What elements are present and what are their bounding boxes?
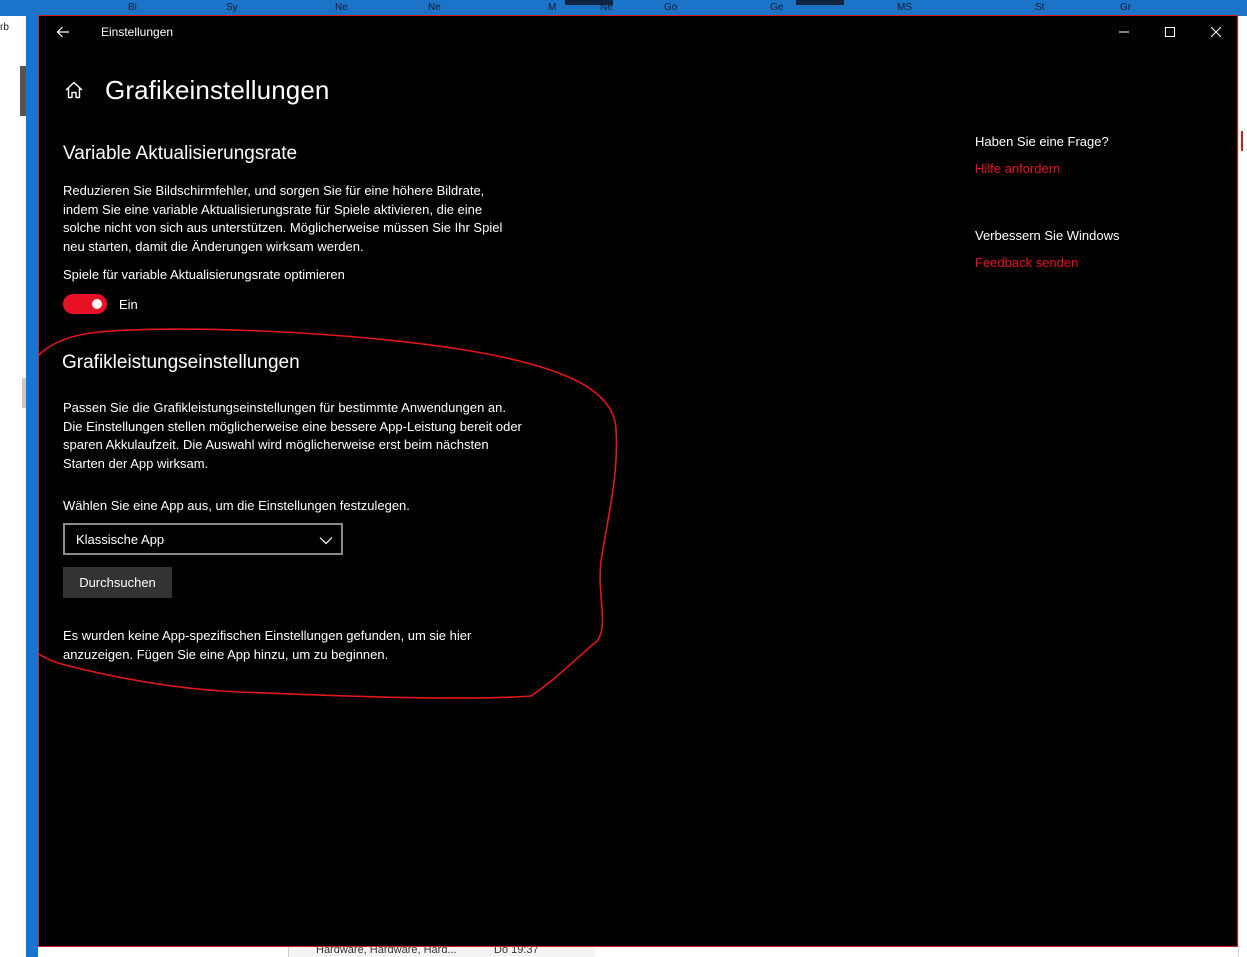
background-label: MS (897, 2, 912, 13)
background-right-window (1238, 16, 1247, 957)
close-button[interactable] (1193, 16, 1237, 48)
background-label: Bi (128, 2, 137, 13)
improve-windows-heading: Verbessern Sie Windows (975, 228, 1120, 243)
maximize-icon (1165, 27, 1175, 37)
background-row-text: Hardware, Hardware, Hard... (316, 947, 457, 956)
page-title: Grafikeinstellungen (105, 74, 330, 105)
toggle-knob (92, 299, 102, 309)
performance-section-title: Grafikleistungseinstellungen (62, 352, 300, 373)
background-blue-strip (26, 16, 38, 957)
background-label: Go (664, 2, 678, 13)
no-apps-message: Es wurden keine App-spezifischen Einstel… (63, 628, 472, 662)
app-type-selected-value: Klassische App (76, 532, 165, 547)
home-icon[interactable] (63, 79, 85, 101)
question-heading: Haben Sie eine Frage? (975, 134, 1109, 149)
app-type-dropdown[interactable]: Klassische App (63, 523, 343, 555)
vrr-toggle-switch[interactable] (63, 294, 107, 314)
background-label: Ne (600, 2, 613, 13)
background-column: Hardware, Hardware, Hard... Do 19:37 (288, 947, 595, 957)
help-link[interactable]: Hilfe anfordern (975, 161, 1060, 176)
background-label: Ge (770, 2, 784, 13)
back-button[interactable] (39, 16, 87, 48)
back-arrow-icon (56, 26, 69, 38)
close-icon (1211, 27, 1221, 37)
background-window-strip: Bi Sy Ne Ne M Ne Go Ge MS St Gr (0, 0, 1247, 16)
background-red-mark (1241, 131, 1247, 151)
feedback-link[interactable]: Feedback senden (975, 255, 1078, 270)
chevron-down-icon (319, 537, 333, 545)
app-type-label: Wählen Sie eine App aus, um die Einstell… (63, 498, 410, 513)
vrr-toggle-state: Ein (119, 297, 138, 312)
background-left-window: rb (0, 16, 26, 957)
background-label: St (1035, 2, 1045, 13)
settings-window: Einstellungen Grafikeinstellungen Variab… (38, 15, 1238, 947)
vrr-description: Reduzieren Sie Bildschirmfehler, und sor… (63, 183, 503, 254)
background-row-time: Do 19:37 (494, 947, 539, 956)
background-label: Ne (428, 2, 441, 13)
minimize-button[interactable] (1101, 16, 1147, 48)
window-title: Einstellungen (101, 25, 174, 39)
background-tile (796, 0, 844, 5)
background-label: Ne (335, 2, 348, 13)
vrr-section-title: Variable Aktualisierungsrate (63, 143, 298, 164)
page-header: Grafikeinstellungen (63, 72, 329, 108)
background-fragment-text: rb (0, 22, 9, 33)
minimize-icon (1119, 31, 1129, 33)
performance-description: Passen Sie die Grafikleistungseinstellun… (63, 400, 522, 471)
maximize-button[interactable] (1147, 16, 1193, 48)
background-label: M (548, 2, 557, 13)
background-bottom-window: Hardware, Hardware, Hard... Do 19:37 (38, 947, 1238, 957)
background-label: Sy (226, 2, 238, 13)
browse-button[interactable]: Durchsuchen (63, 567, 172, 598)
title-bar: Einstellungen (39, 16, 1237, 48)
background-label: Gr (1120, 2, 1132, 13)
vrr-toggle-label: Spiele für variable Aktualisierungsrate … (63, 267, 345, 282)
